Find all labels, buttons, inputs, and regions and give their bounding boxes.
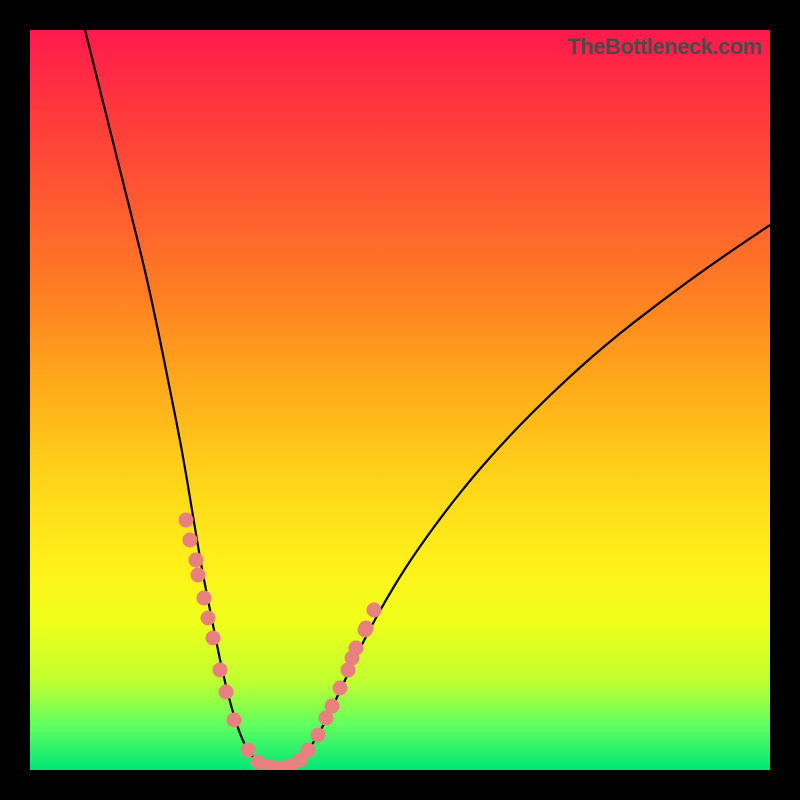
data-dot xyxy=(179,513,194,528)
data-dot xyxy=(219,685,234,700)
data-dot xyxy=(241,743,256,758)
data-dot xyxy=(301,743,316,758)
data-dot xyxy=(197,591,212,606)
chart-frame: TheBottleneck.com xyxy=(0,0,800,800)
chart-plot-area: TheBottleneck.com xyxy=(30,30,770,770)
data-dot xyxy=(213,663,228,678)
data-dot xyxy=(359,621,374,636)
data-dot xyxy=(349,641,364,656)
data-dot xyxy=(367,603,382,618)
data-dot xyxy=(206,631,221,646)
data-dot xyxy=(325,699,340,714)
data-dots-group xyxy=(179,513,382,771)
data-dot xyxy=(201,611,216,626)
data-dot xyxy=(227,713,242,728)
data-dot xyxy=(311,728,326,743)
data-dot xyxy=(333,681,348,696)
data-dot xyxy=(189,553,204,568)
bottleneck-curve-line xyxy=(85,30,770,768)
chart-svg xyxy=(30,30,770,770)
data-dot xyxy=(183,533,198,548)
data-dot xyxy=(191,568,206,583)
